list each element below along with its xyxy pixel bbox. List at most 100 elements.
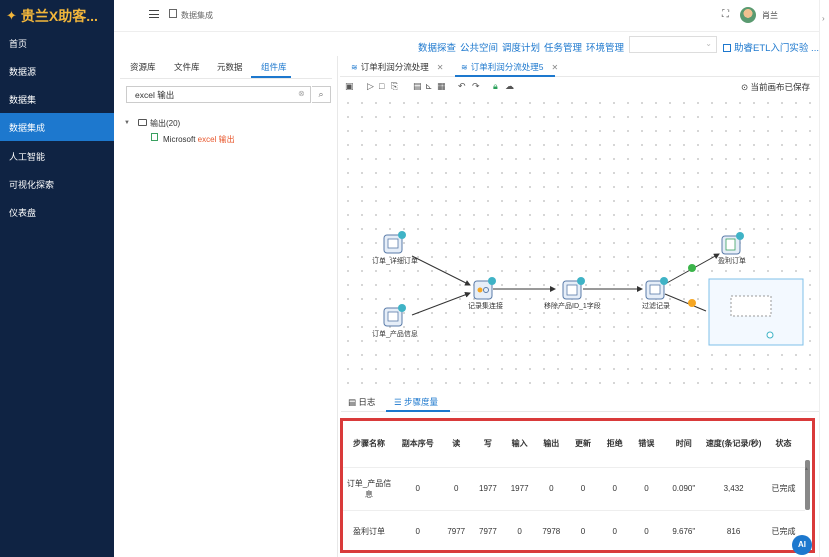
node-label-n5: 过滤记录 [642, 303, 670, 310]
table-icon[interactable]: ▦ [437, 81, 446, 92]
cell: 0 [567, 466, 599, 510]
active-tab-indicator [251, 76, 291, 78]
flow-node-n2[interactable] [383, 304, 406, 327]
active-tab-indicator [386, 410, 450, 412]
save-icon[interactable]: ▣ [345, 81, 354, 92]
node-label-n2: 订单_产品信息 [372, 331, 418, 338]
close-icon[interactable]: ✕ [437, 63, 444, 72]
node-label-n3: 记录集连接 [468, 303, 503, 310]
node-label-n6: 盈利订单 [718, 258, 746, 265]
flow-node-n5[interactable] [645, 277, 668, 300]
close-icon[interactable]: ✕ [551, 63, 558, 72]
tab-editor-2[interactable]: ≋ 订单利润分流处理5 ✕ [461, 58, 558, 76]
sidebar-item-label: 人工智能 [9, 151, 46, 162]
search-icon: ⌕ [318, 89, 324, 99]
cell: 0 [440, 466, 473, 510]
expand-caret-icon[interactable]: ▼ [124, 120, 130, 126]
environment-select[interactable]: ⌄ [629, 36, 717, 53]
check-badge-icon [398, 304, 406, 312]
app-logo[interactable]: ✦ 贵兰X助客... [0, 0, 114, 32]
tab-log[interactable]: ▤ 日志 [348, 396, 375, 408]
app-logo-text: 贵兰X助客... [20, 8, 98, 24]
project-link[interactable]: 助睿ETL入门实验 ... [723, 40, 819, 54]
check-badge-icon [660, 277, 668, 285]
col-input: 输入 [511, 439, 528, 449]
edge-n2-n3 [411, 291, 471, 316]
table-header-row: 步骤名称 副本序号 读 写 输入 输出 更新 拒绝 错误 时间 速度(条记录/秒… [343, 421, 805, 467]
sidebar-item-data-integration[interactable]: 数据集成 [0, 113, 114, 141]
sidebar-item-label: 仪表盘 [9, 207, 37, 218]
menu-env-manage[interactable]: 环境管理 [586, 40, 624, 54]
tree-leaf-excel-output[interactable]: Microsoft excel 输出 [163, 134, 235, 145]
chart-icon[interactable]: ⊾ [425, 81, 433, 92]
tab-component-library[interactable]: 组件库 [261, 61, 287, 75]
stop-icon[interactable]: □ [379, 81, 384, 91]
tree-node-output[interactable]: 输出(20) [150, 118, 180, 129]
sidebar-item-dataset[interactable]: 数据集 [0, 85, 114, 113]
tab-step-metrics[interactable]: ☰ 步骤度量 [394, 396, 438, 408]
save-status: ⊙ 当前画布已保存 [741, 81, 810, 93]
tab-file-library[interactable]: 文件库 [174, 61, 200, 75]
sidebar-item-dashboard[interactable]: 仪表盘 [0, 198, 114, 226]
grid-icon[interactable]: ▤ [413, 81, 422, 92]
check-badge-icon [577, 277, 585, 285]
run-icon[interactable]: ▷ [367, 81, 374, 92]
right-edge-panel: › [819, 0, 829, 557]
lock-icon[interactable]: 🔒︎ [493, 81, 498, 92]
sidebar-item-ai[interactable]: 人工智能 [0, 142, 114, 170]
log-icon: ▤ [348, 397, 357, 407]
menu-schedule[interactable]: 调度计划 [502, 40, 540, 54]
flow-canvas[interactable]: 订单_详细订单 订单_产品信息 记录集连接 移除产品ID_1字段 过滤记录 盈利… [341, 96, 819, 386]
tab-metadata[interactable]: 元数据 [217, 61, 243, 75]
ai-assistant-button[interactable]: AI [792, 535, 812, 555]
undo-icon[interactable]: ↶ [458, 81, 466, 92]
tab-resource-library[interactable]: 资源库 [130, 61, 156, 75]
search-button[interactable]: ⌕ [312, 86, 331, 103]
folder-icon [138, 119, 147, 126]
warning-indicator [688, 299, 696, 307]
sidebar-item-label: 数据集成 [9, 122, 46, 133]
table-row[interactable]: 盈利订单 0 7977 7977 0 7978 0 0 0 9.676" 816… [343, 509, 805, 550]
sidebar-item-label: 数据集 [9, 94, 37, 105]
username[interactable]: 肖兰 [762, 10, 778, 21]
flow-node-n6[interactable] [721, 232, 744, 255]
flow-icon: ≋ [351, 62, 358, 72]
avatar[interactable] [740, 7, 756, 23]
chevron-icon[interactable]: › [822, 14, 825, 23]
flow-node-n4[interactable] [562, 277, 585, 300]
col-time: 时间 [675, 439, 692, 449]
cell: 0 [598, 509, 631, 550]
redo-icon[interactable]: ↷ [472, 81, 480, 92]
flow-node-n1[interactable] [383, 231, 406, 254]
clear-icon[interactable]: ⊗ [298, 89, 305, 98]
tab-log-label: 日志 [358, 397, 376, 407]
menu-task-manage[interactable]: 任务管理 [544, 40, 582, 54]
cell: 0 [535, 466, 568, 510]
menu-data-explore[interactable]: 数据探查 [418, 40, 456, 54]
document-icon [169, 9, 177, 18]
col-write: 写 [483, 439, 492, 449]
cell: 0 [630, 466, 663, 510]
sidebar-item-visual-explore[interactable]: 可视化探索 [0, 170, 114, 198]
menu-public-space[interactable]: 公共空间 [460, 40, 498, 54]
scroll-up-icon[interactable]: ▲ [804, 466, 809, 472]
edge-n1-n3 [411, 255, 471, 286]
table-row[interactable]: 订单_产品信息 0 0 1977 1977 0 0 0 0 0.090" 3,4… [343, 466, 805, 510]
sidebar: ✦ 贵兰X助客... 首页 数据源 数据集 数据集成 人工智能 可视化探索 仪表… [0, 0, 114, 557]
logo-icon: ✦ [6, 8, 17, 23]
tab-divider [340, 76, 819, 77]
col-reject: 拒绝 [606, 439, 623, 449]
flow-node-n3[interactable] [473, 277, 496, 300]
tab-editor-1[interactable]: ≋ 订单利润分流处理 ✕ [351, 58, 443, 76]
preview-icon[interactable]: ⎘ [391, 81, 398, 92]
menu-toggle-icon[interactable] [149, 10, 159, 18]
tree-leaf-prefix: Microsoft [163, 135, 198, 144]
sidebar-item-home[interactable]: 首页 [0, 29, 114, 57]
selection-box[interactable] [708, 278, 804, 346]
component-search-input[interactable] [126, 86, 311, 103]
cell: 0 [395, 509, 441, 550]
tree-leaf-highlight: excel 输出 [197, 135, 235, 144]
fullscreen-icon[interactable]: ⛶ [722, 9, 729, 20]
upload-icon[interactable]: ☁ [505, 81, 514, 92]
sidebar-item-datasource[interactable]: 数据源 [0, 57, 114, 85]
